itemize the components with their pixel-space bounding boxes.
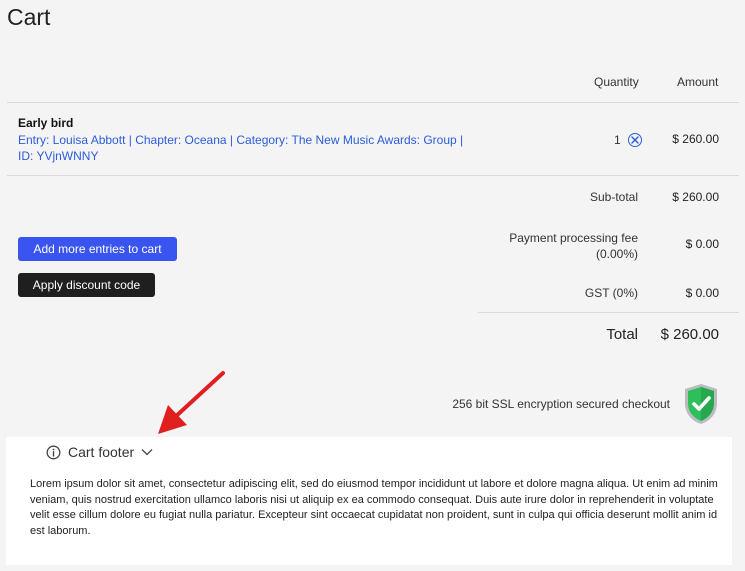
fee-label: Payment processing fee (0.00%) — [470, 230, 638, 262]
total-value: $ 260.00 — [660, 326, 719, 343]
add-more-entries-button[interactable]: Add more entries to cart — [18, 237, 177, 261]
gst-label: GST (0%) — [584, 286, 638, 300]
info-icon — [46, 445, 61, 459]
cart-item-quantity: 1 — [614, 133, 621, 147]
cart-item-amount: $ 260.00 — [672, 132, 719, 146]
items-divider — [7, 175, 739, 176]
apply-discount-code-button[interactable]: Apply discount code — [18, 273, 155, 297]
fee-label-line1: Payment processing fee — [509, 231, 638, 245]
amount-column-header: Amount — [677, 75, 719, 89]
fee-label-line2: (0.00%) — [595, 247, 638, 261]
chevron-down-icon — [141, 449, 153, 456]
cart-footer-toggle[interactable]: Cart footer — [46, 444, 153, 460]
ssl-security-text: 256 bit SSL encryption secured checkout — [452, 397, 670, 411]
header-divider — [7, 102, 739, 103]
total-divider — [478, 312, 739, 313]
remove-circle-x-icon — [631, 136, 639, 144]
fee-value: $ 0.00 — [685, 237, 719, 251]
red-arrow-annotation — [158, 371, 225, 434]
cart-footer-title: Cart footer — [68, 444, 135, 460]
page-title: Cart — [7, 4, 51, 30]
subtotal-label: Sub-total — [589, 190, 638, 204]
shield-check-icon — [685, 384, 717, 424]
quantity-column-header: Quantity — [594, 75, 639, 89]
subtotal-value: $ 260.00 — [672, 190, 719, 204]
cart-item-name: Early bird — [18, 116, 74, 130]
cart-item-description-link[interactable]: Entry: Louisa Abbott | Chapter: Oceana |… — [18, 132, 468, 164]
gst-value: $ 0.00 — [685, 286, 719, 300]
total-label: Total — [606, 326, 638, 343]
cart-footer-body: Lorem ipsum dolor sit amet, consectetur … — [30, 478, 718, 537]
